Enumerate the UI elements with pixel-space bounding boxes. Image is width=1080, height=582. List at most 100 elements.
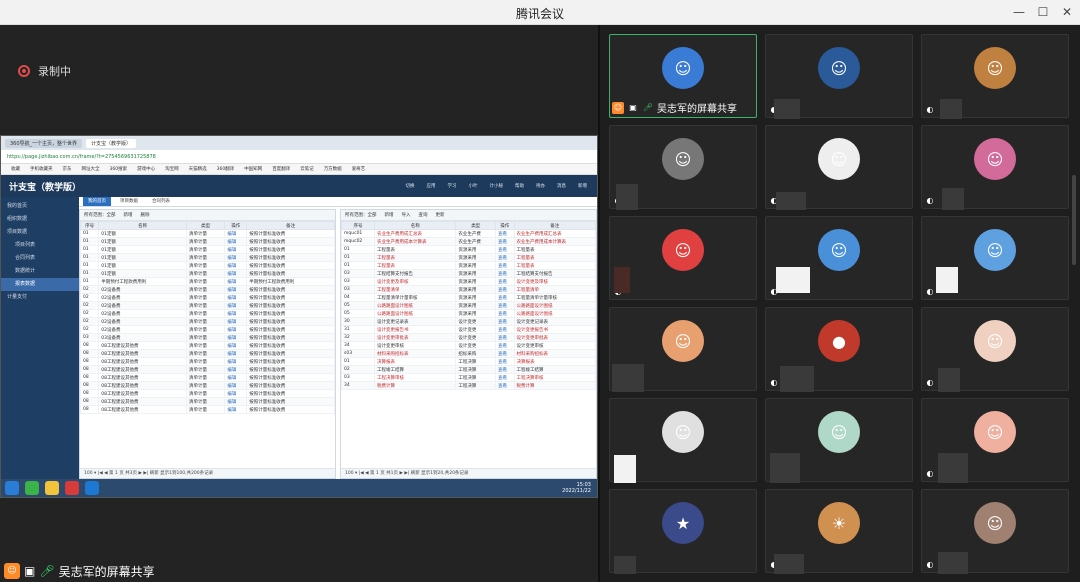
app-menu-item[interactable]: 帮助: [515, 183, 524, 189]
favorite-link[interactable]: 万方数据: [324, 166, 342, 172]
row-action-link[interactable]: 编辑: [224, 357, 248, 366]
row-action-link[interactable]: 编辑: [224, 349, 248, 358]
column-header[interactable]: 备注: [246, 221, 335, 230]
table-row[interactable]: 04 工程量清单计量审核 资源采用 查看 工程量清单计量审核: [341, 293, 596, 302]
participant-tile[interactable]: ☺◐: [921, 307, 1069, 392]
column-header[interactable]: 类型: [455, 221, 496, 230]
table-row[interactable]: 01 工程量表 资源采用 查看 工程量表: [341, 245, 596, 254]
row-action-link[interactable]: 编辑: [224, 301, 248, 310]
table-row[interactable]: 08 08工程建设其他费 清单计量 编辑 按照计量标准收费: [80, 381, 335, 390]
row-action-link[interactable]: 编辑: [224, 253, 248, 262]
microphone-icon[interactable]: 🎤︎: [39, 564, 54, 578]
row-action-link[interactable]: 编辑: [224, 237, 248, 246]
participant-tile[interactable]: ☺ ☺ ▣ 🎤︎ 吴志军的屏幕共享: [609, 34, 757, 118]
row-action-link[interactable]: 编辑: [224, 373, 248, 382]
table-row[interactable]: 05 公路路面设计图纸 资源采用 查看 公路路面设计图纸: [341, 301, 596, 310]
favorite-link[interactable]: 云笔记: [300, 166, 314, 172]
row-action-link[interactable]: 查看: [494, 381, 515, 390]
row-action-link[interactable]: 编辑: [224, 317, 248, 326]
favorite-link[interactable]: 游戏中心: [137, 166, 155, 172]
browser-tab-active[interactable]: 计支宝（教学版）: [86, 138, 137, 148]
row-action-link[interactable]: 查看: [494, 365, 515, 374]
table-row[interactable]: 01 决算报表 工程决算 查看 决算报表: [341, 357, 596, 366]
row-action-link[interactable]: 编辑: [224, 381, 248, 390]
row-action-link[interactable]: 查看: [494, 245, 515, 254]
row-action-link[interactable]: 编辑: [224, 229, 248, 238]
sidebar-item[interactable]: 项目数据: [1, 226, 79, 239]
browser-tab[interactable]: 360导航_一个主页，整个世界: [5, 138, 83, 148]
favorite-link[interactable]: 百度翻译: [272, 166, 290, 172]
sidebar-item[interactable]: 我的首页: [1, 200, 79, 213]
close-button[interactable]: ✕: [1056, 3, 1078, 21]
row-action-link[interactable]: 编辑: [224, 261, 248, 270]
table-row[interactable]: 02 02设备费 清单计量 编辑 按照计量标准收费: [80, 309, 335, 318]
table-row[interactable]: 02 02设备费 清单计量 编辑 按照计量标准收费: [80, 285, 335, 294]
participant-tile[interactable]: ☺◐: [609, 125, 757, 210]
table-row[interactable]: 05 公路路面设计图纸 资源采用 查看 公路路面设计图纸: [341, 309, 596, 318]
table-row[interactable]: 08 08工程建设其他费 清单计量 编辑 按照计量标准收费: [80, 341, 335, 350]
toolbar-button[interactable]: 查询: [419, 212, 428, 218]
table-row[interactable]: 03 03设备费 清单计量 编辑 按照计量标准收费: [80, 333, 335, 342]
row-action-link[interactable]: 查看: [494, 373, 515, 382]
participant-tile[interactable]: ★◐: [609, 489, 757, 574]
participant-tile[interactable]: ☺◐: [921, 125, 1069, 210]
table-row[interactable]: 02 工程竣工结算 工程决算 查看 工程竣工结算: [341, 365, 596, 374]
row-action-link[interactable]: 查看: [494, 237, 515, 246]
table-row[interactable]: 32 设计变更审批表 设计变更 查看 设计变更审批表: [341, 333, 596, 342]
sidebar-item[interactable]: 计量支付: [1, 291, 79, 304]
participant-tile[interactable]: ☀◐: [765, 489, 913, 574]
row-action-link[interactable]: 编辑: [224, 269, 248, 278]
row-action-link[interactable]: 查看: [494, 317, 515, 326]
row-action-link[interactable]: 查看: [494, 357, 515, 366]
participant-tile[interactable]: ☺◐: [921, 398, 1069, 483]
favorite-link[interactable]: 天猫精选: [189, 166, 207, 172]
table-row[interactable]: 02 02设备费 清单计量 编辑 按照计量标准收费: [80, 301, 335, 310]
row-action-link[interactable]: 编辑: [224, 285, 248, 294]
column-header[interactable]: 名称: [98, 221, 187, 230]
row-action-link[interactable]: 查看: [494, 309, 515, 318]
app-menu-item[interactable]: 新增: [578, 183, 587, 189]
participant-tile[interactable]: ☺◐: [609, 307, 757, 392]
column-header[interactable]: 类型: [185, 221, 226, 230]
participant-tile[interactable]: ☺◐: [921, 216, 1069, 300]
subtab[interactable]: 合同列表: [147, 197, 175, 206]
row-action-link[interactable]: 查看: [494, 229, 515, 238]
participant-tile[interactable]: ☺◐: [921, 34, 1069, 119]
app-menu-item[interactable]: 学习: [448, 183, 457, 189]
favorite-link[interactable]: 淘宝网: [165, 166, 179, 172]
row-action-link[interactable]: 编辑: [224, 325, 248, 334]
table-row[interactable]: 03 工程结算支付报告 资源采用 查看 工程结算支付报告: [341, 269, 596, 278]
table-row[interactable]: 03 设计变更及审核 资源采用 查看 设计变更及审核: [341, 277, 596, 286]
table-row[interactable]: 01 01定额 清单计量 编辑 按照计量标准收费: [80, 229, 335, 238]
sidebar-item[interactable]: 合同列表: [1, 252, 79, 265]
table-row[interactable]: 01 半期预付工程款费用利 清单计量 编辑 半期预付工程款费用利: [80, 277, 335, 286]
sidebar-item[interactable]: 组织数据: [1, 213, 79, 226]
toolbar-button[interactable]: 所有范围：全部: [345, 212, 377, 218]
row-action-link[interactable]: 编辑: [224, 341, 248, 350]
row-action-link[interactable]: 编辑: [224, 389, 248, 398]
participant-tile[interactable]: ☺◐: [765, 125, 913, 210]
row-action-link[interactable]: 编辑: [224, 397, 248, 406]
favorite-link[interactable]: 360翻译: [217, 166, 235, 172]
folder-icon[interactable]: [45, 481, 59, 495]
favorite-link[interactable]: 360搜索: [110, 166, 128, 172]
app-menu-item[interactable]: 待办: [536, 183, 545, 189]
participant-tile[interactable]: ☺◐: [921, 489, 1069, 574]
toolbar-button[interactable]: 删除: [141, 212, 150, 218]
app-menu-item[interactable]: 应用: [427, 183, 436, 189]
row-action-link[interactable]: 编辑: [224, 405, 248, 414]
favorite-link[interactable]: 手机收藏夹: [30, 166, 53, 172]
table-row[interactable]: 08 08工程建设其他费 清单计量 编辑 按照计量标准收费: [80, 389, 335, 398]
toolbar-button[interactable]: 新增: [124, 212, 133, 218]
table-row[interactable]: 34 设计变更审核 设计变更 查看 设计变更审核: [341, 341, 596, 350]
column-header[interactable]: 名称: [374, 221, 457, 230]
row-action-link[interactable]: 查看: [494, 349, 515, 358]
table-row[interactable]: 01 工程量表 资源采用 查看 工程量表: [341, 261, 596, 270]
table-row[interactable]: s03 材料采购招标表 招标采购 查看 材料采购招标表: [341, 349, 596, 358]
row-action-link[interactable]: 查看: [494, 341, 515, 350]
row-action-link[interactable]: 编辑: [224, 245, 248, 254]
row-action-link[interactable]: 查看: [494, 277, 515, 286]
table-row[interactable]: 08 08工程建设其他费 清单计量 编辑 按照计量标准收费: [80, 365, 335, 374]
row-action-link[interactable]: 编辑: [224, 333, 248, 342]
participant-tile[interactable]: ● ◐: [765, 307, 913, 392]
